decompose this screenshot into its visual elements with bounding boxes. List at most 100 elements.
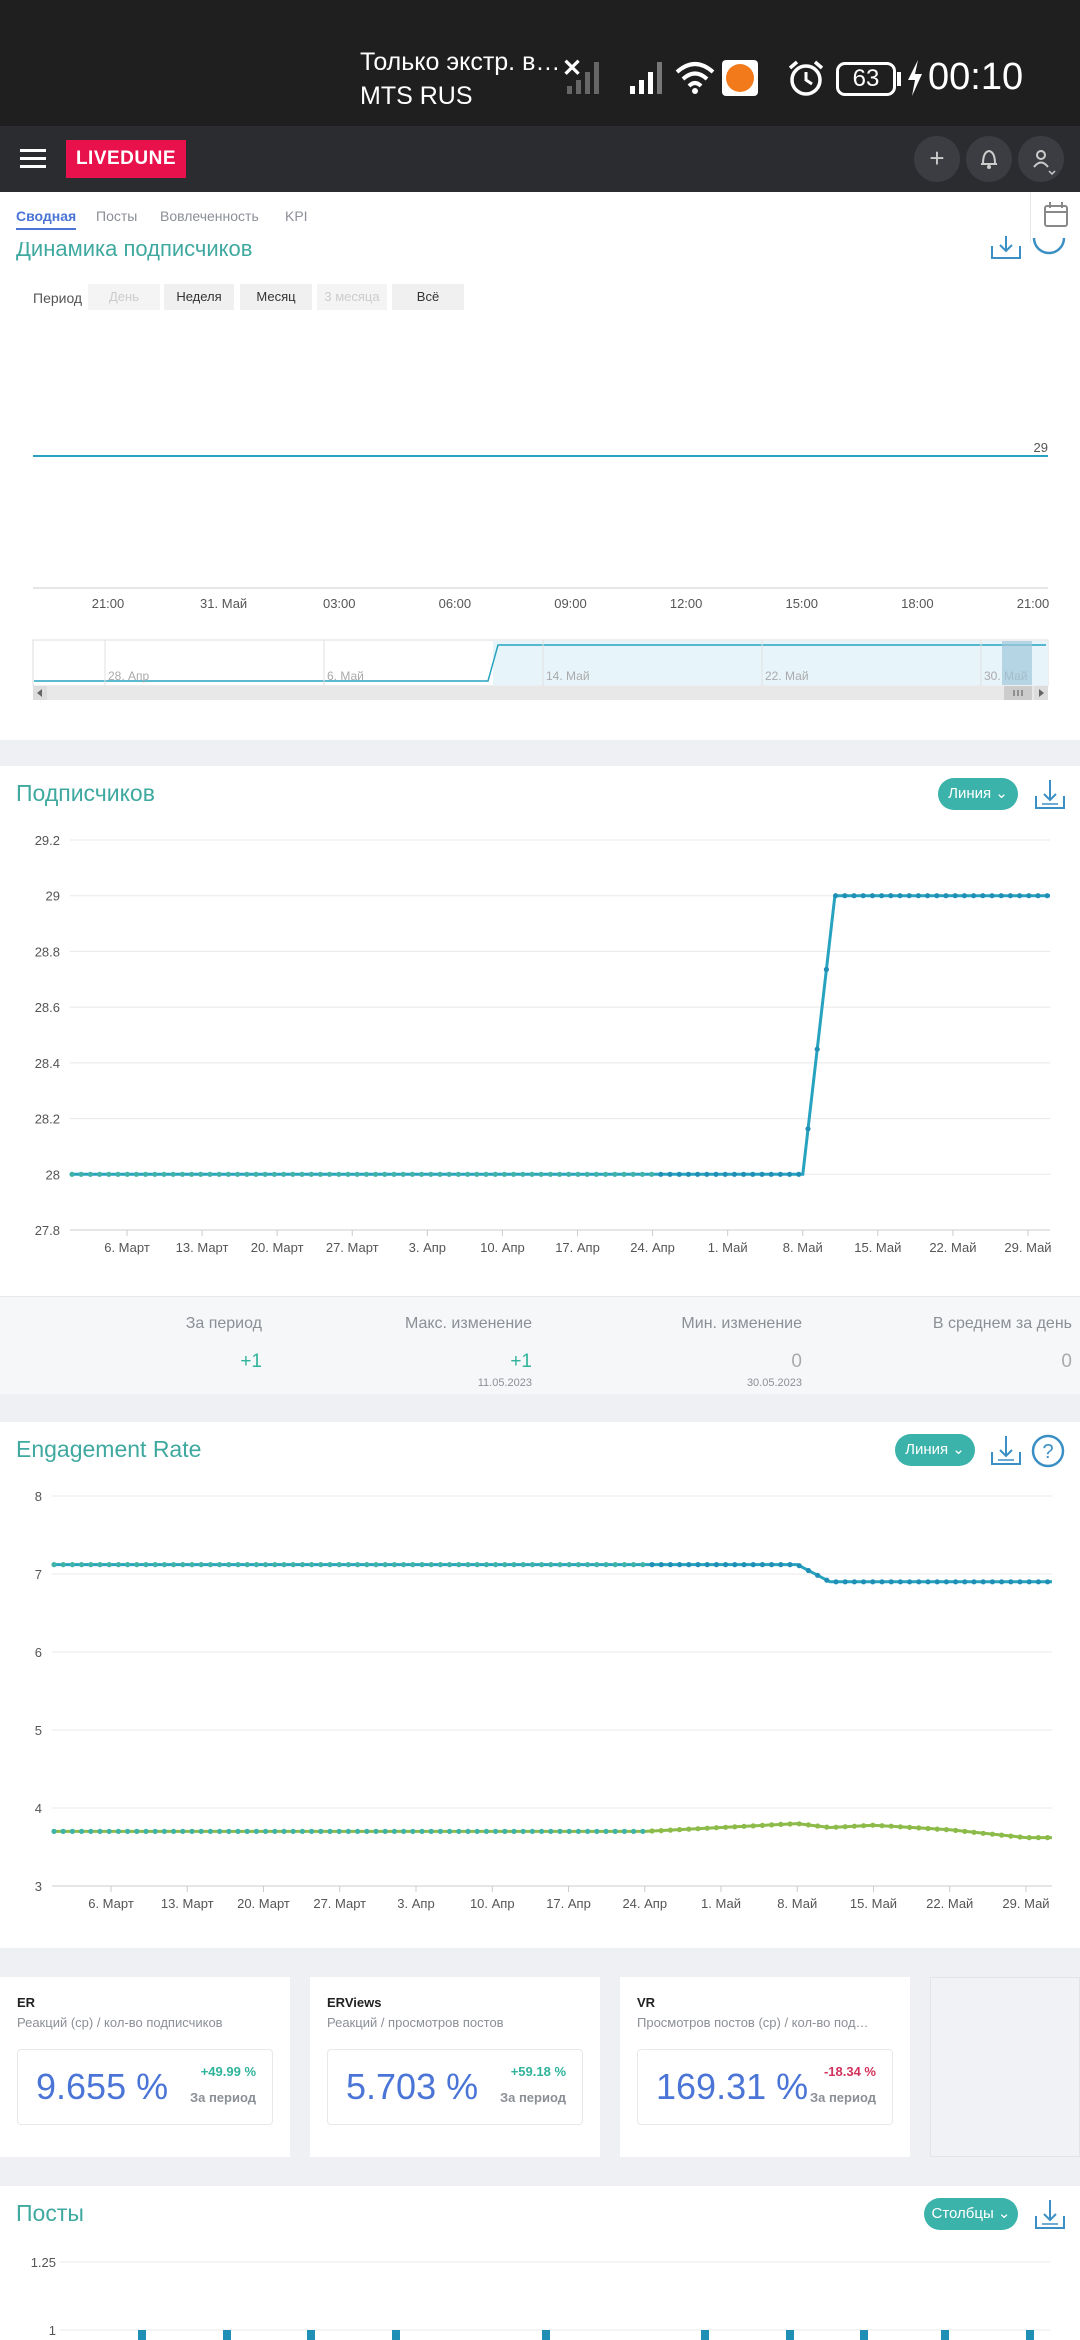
data-point (226, 1562, 232, 1568)
data-point (253, 1562, 259, 1568)
data-point (962, 1579, 968, 1585)
data-point (539, 1562, 545, 1568)
x-tick-label: 17. Апр (555, 1240, 600, 1255)
menu-icon[interactable] (20, 149, 46, 169)
data-point (1017, 1834, 1023, 1840)
data-point (318, 1828, 324, 1834)
data-point (290, 1828, 296, 1834)
data-point (916, 1825, 922, 1831)
y-tick-label: 28.4 (35, 1056, 60, 1071)
data-point (925, 1825, 931, 1832)
charging-icon (908, 60, 922, 96)
data-point (355, 1562, 361, 1568)
x-tick-label: 18:00 (901, 596, 934, 611)
data-point (934, 1826, 940, 1832)
data-point (897, 1824, 904, 1830)
x-tick-label: 3. Апр (397, 1896, 434, 1911)
data-point (971, 1579, 977, 1585)
metric-period: За период (809, 2090, 876, 2105)
stat-avg-value: 0 (1061, 1351, 1072, 1372)
data-point (621, 1828, 628, 1834)
data-point (998, 893, 1004, 899)
data-point (511, 1828, 517, 1834)
navigator-range-handle[interactable] (1002, 641, 1032, 685)
stat-max-date: 11.05.2023 (477, 1377, 532, 1389)
data-point (815, 1572, 821, 1578)
data-point (805, 1822, 812, 1828)
data-point (373, 1171, 379, 1177)
data-point (769, 1562, 775, 1568)
user-icon[interactable] (1018, 136, 1064, 182)
data-point (851, 893, 857, 899)
data-point (640, 1562, 646, 1568)
data-point (805, 1126, 811, 1132)
navigator-tick-label: 14. Май (546, 669, 590, 683)
data-point (999, 1832, 1005, 1838)
data-point (695, 1171, 701, 1177)
data-point (1045, 1579, 1051, 1585)
metric-card-vr: VR Просмотров постов (ср) / кол-во под… … (620, 1977, 910, 2157)
data-point (106, 1562, 112, 1568)
data-point (557, 1828, 563, 1834)
data-point (520, 1562, 526, 1568)
x-tick-label: 09:00 (554, 596, 587, 611)
data-point (750, 1562, 756, 1568)
data-point (235, 1171, 241, 1177)
data-point (447, 1562, 453, 1568)
data-point (180, 1562, 186, 1568)
data-point (585, 1828, 591, 1834)
y-tick-label: 8 (35, 1489, 42, 1504)
engagement-card: Engagement Rate Линия ⌄ ? 876543 6. Март… (0, 1422, 1080, 1948)
data-point (1026, 1579, 1032, 1585)
data-point (934, 1579, 940, 1585)
data-point (134, 1828, 140, 1834)
data-point (989, 893, 995, 899)
data-point (354, 1171, 360, 1177)
data-point (364, 1828, 370, 1834)
data-point (907, 1579, 913, 1585)
metric-change: -18.34 % (823, 2064, 876, 2079)
data-point (456, 1828, 462, 1834)
carrier-name: MTS RUS (360, 82, 473, 110)
livedune-logo[interactable]: LIVEDUNE (66, 140, 186, 178)
data-point (575, 1171, 581, 1177)
data-point (814, 1046, 820, 1052)
navigator-tick-label: 28. Апр (108, 669, 150, 683)
engagement-x-ticks: 6. Март 13. Март 20. Март 27. Март 3. Апр 10.… (88, 1886, 1050, 1911)
data-point (115, 1562, 121, 1568)
metric-change: +59.18 % (510, 2064, 566, 2079)
data-point (446, 1171, 452, 1177)
y-tick-label: 6 (35, 1645, 42, 1660)
x-tick-label: 6. Март (104, 1240, 150, 1255)
data-point (502, 1828, 508, 1834)
post-bar (860, 2330, 868, 2340)
data-point (971, 893, 977, 899)
x-tick-label: 22. Май (926, 1896, 973, 1911)
data-point (152, 1828, 158, 1834)
data-point (106, 1828, 112, 1834)
data-point (216, 1171, 222, 1177)
data-point (593, 1171, 600, 1177)
post-bar (307, 2330, 315, 2340)
data-point (538, 1171, 544, 1177)
data-point (133, 1171, 139, 1177)
data-point (842, 893, 848, 899)
data-point (447, 1828, 453, 1834)
battery-level: 63 (852, 65, 880, 92)
data-point (78, 1171, 84, 1177)
post-bar (941, 2330, 949, 2340)
engagement-series (51, 1562, 1052, 1841)
add-icon[interactable]: + (914, 136, 960, 182)
dynamics-x-ticks: 21:00 31. Май 03:00 06:00 09:00 12:00 15:00 18:… (92, 596, 1050, 611)
stat-avg-label: В среднем за день (932, 1315, 1072, 1332)
bell-icon[interactable] (966, 136, 1012, 182)
navigator-scrollbar[interactable] (33, 686, 1048, 700)
data-point (97, 1828, 103, 1834)
data-point (658, 1562, 664, 1568)
x-tick-label: 21:00 (92, 596, 125, 611)
data-point (299, 1562, 305, 1568)
data-point (667, 1562, 674, 1568)
data-point (309, 1828, 315, 1834)
data-point (492, 1171, 498, 1177)
data-point (125, 1828, 131, 1834)
